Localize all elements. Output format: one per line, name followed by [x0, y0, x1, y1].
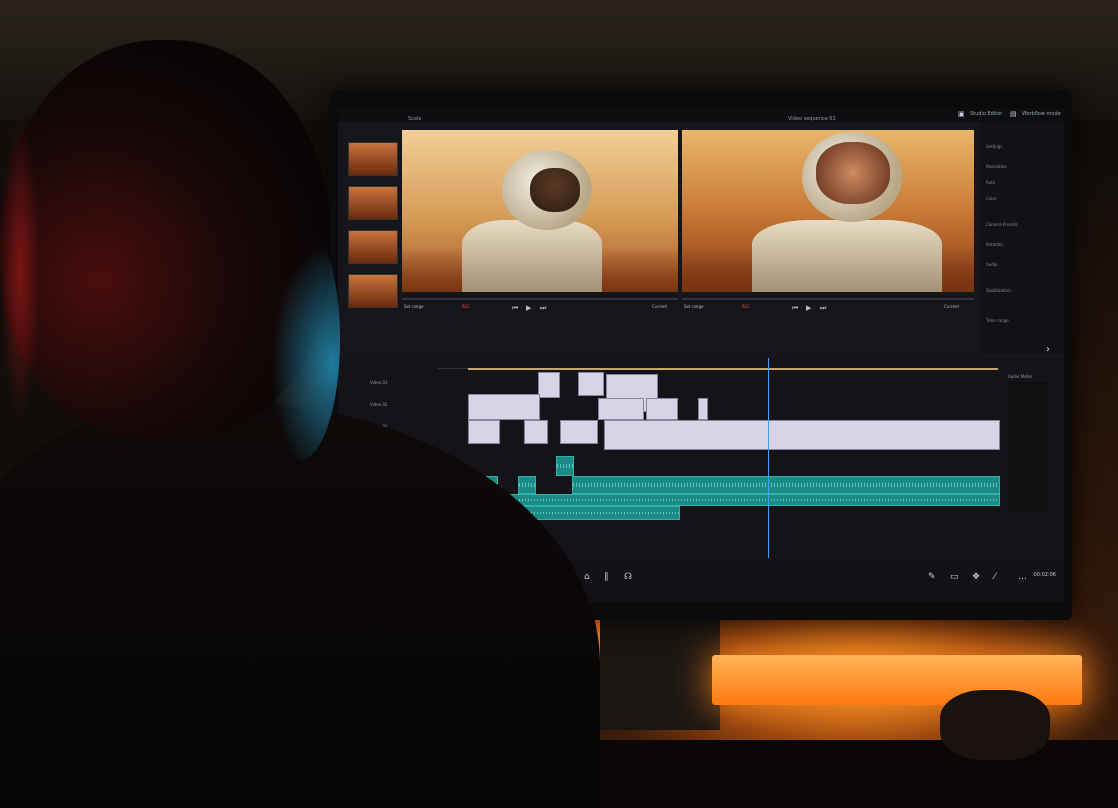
- helmet-visor: [530, 168, 580, 212]
- inspector-row[interactable]: Color: [986, 196, 1058, 202]
- inspector-row[interactable]: Rotation: [986, 242, 1058, 248]
- step-back-icon[interactable]: ⏮: [792, 304, 798, 313]
- step-forward-icon[interactable]: ⏭: [540, 304, 546, 313]
- step-back-icon[interactable]: ⏮: [512, 304, 518, 313]
- video-clip[interactable]: [538, 372, 560, 398]
- audio-meter: Audio Meter: [1008, 374, 1048, 512]
- video-clip[interactable]: [604, 420, 1000, 450]
- effects-icon[interactable]: ❖: [972, 572, 982, 582]
- editor-person-silhouette: [0, 20, 600, 808]
- step-forward-icon[interactable]: ⏭: [820, 304, 826, 313]
- inspector-panel: Settings Resolution Rate Color Camera Pr…: [980, 122, 1064, 354]
- marker-icon[interactable]: ⌂: [584, 572, 594, 582]
- chevron-right-icon[interactable]: ›: [1046, 344, 1050, 355]
- loop-icon[interactable]: ☊: [624, 572, 634, 582]
- inspector-row[interactable]: Time range: [986, 318, 1058, 324]
- monitor-icon[interactable]: ▣: [958, 110, 966, 118]
- photo-scene: ▣ Studio Editor ▤ Workflow mode Scale Vi…: [0, 0, 1118, 808]
- inspector-row[interactable]: Audio: [986, 262, 1058, 268]
- workflow-icon[interactable]: ▤: [1010, 110, 1018, 118]
- person-hand: [940, 690, 1050, 760]
- range-selection-bar[interactable]: [468, 368, 998, 370]
- video-clip[interactable]: [598, 398, 644, 420]
- audio-clip[interactable]: [518, 476, 536, 494]
- audio-clip[interactable]: [556, 456, 574, 476]
- play-icon[interactable]: ▶: [806, 304, 811, 312]
- play-icon[interactable]: ▶: [526, 304, 531, 312]
- program-viewer[interactable]: [682, 130, 974, 292]
- video-clip[interactable]: [468, 394, 540, 420]
- video-clip[interactable]: [560, 420, 598, 444]
- inspector-row[interactable]: Settings: [986, 144, 1058, 150]
- caption-icon[interactable]: ▭: [950, 572, 960, 582]
- inspector-row[interactable]: Camera Presets: [986, 222, 1058, 228]
- playhead[interactable]: [768, 358, 769, 558]
- rec-indicator[interactable]: REC: [742, 304, 750, 309]
- video-clip[interactable]: [698, 398, 708, 420]
- pencil-icon[interactable]: ✎: [928, 572, 938, 582]
- rec-indicator[interactable]: REC: [462, 304, 470, 309]
- video-clip[interactable]: [524, 420, 548, 444]
- mode-workflow[interactable]: Workflow mode: [1022, 111, 1061, 117]
- astronaut-suit: [462, 220, 602, 292]
- monitor-stand: [600, 610, 720, 730]
- pause-icon[interactable]: ∥: [604, 572, 614, 582]
- red-rim-light: [0, 120, 40, 420]
- audio-meter-label: Audio Meter: [1008, 374, 1033, 379]
- video-clip[interactable]: [468, 420, 500, 444]
- program-transport: Set range REC ⏮ ▶ ⏭ Current: [682, 304, 974, 324]
- blue-rim-light: [260, 220, 340, 460]
- more-icon[interactable]: …: [1018, 572, 1028, 582]
- timecode: 00:02:06: [1033, 572, 1056, 578]
- mode-studio-editor[interactable]: Studio Editor: [970, 111, 1002, 117]
- astronaut-suit: [752, 220, 942, 292]
- eyedropper-icon[interactable]: ⁄: [994, 572, 1004, 582]
- audio-clip[interactable]: [572, 476, 1000, 494]
- inspector-row[interactable]: Rate: [986, 180, 1058, 186]
- current-button[interactable]: Current: [652, 304, 667, 309]
- video-clip[interactable]: [646, 398, 678, 420]
- inspector-row[interactable]: Resolution: [986, 164, 1058, 170]
- set-range-button[interactable]: Set range: [684, 304, 703, 309]
- current-button[interactable]: Current: [944, 304, 959, 309]
- program-viewer-label[interactable]: Video sequence 01: [788, 116, 836, 122]
- video-clip[interactable]: [578, 372, 604, 396]
- helmet-visor: [816, 142, 890, 204]
- inspector-row[interactable]: Stabilization: [986, 288, 1058, 294]
- program-scrubber[interactable]: [682, 298, 974, 300]
